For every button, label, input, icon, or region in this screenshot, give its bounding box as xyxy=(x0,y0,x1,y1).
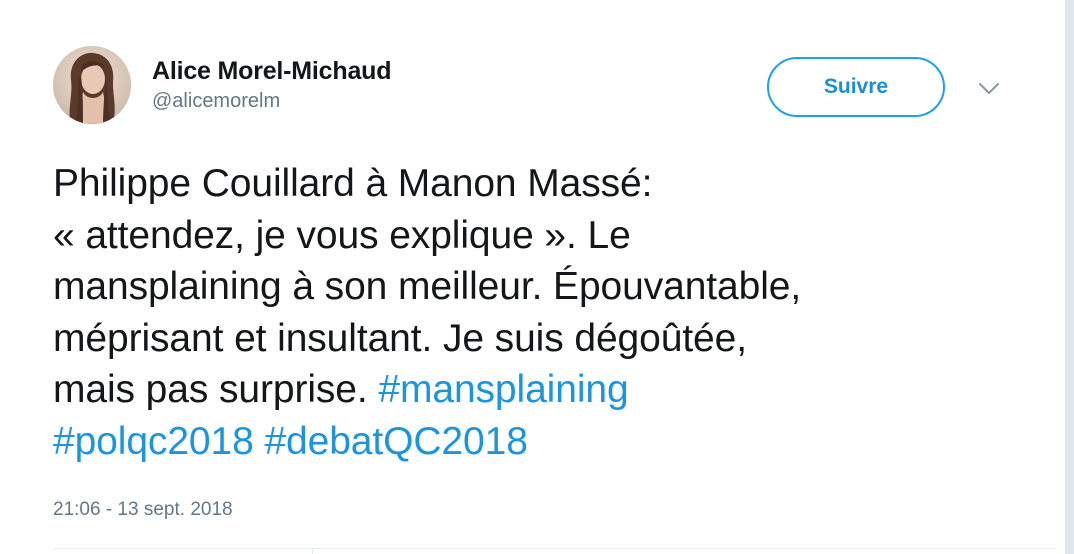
tweet-text-line: Philippe Couillard à Manon Massé: xyxy=(53,162,653,205)
avatar-photo xyxy=(53,46,131,124)
divider-tick xyxy=(312,548,313,554)
tweet-card: Alice Morel-Michaud @alicemorelm Suivre … xyxy=(0,0,1074,554)
tweet-text: Philippe Couillard à Manon Massé: « atte… xyxy=(53,158,1013,467)
follow-button[interactable]: Suivre xyxy=(767,57,945,117)
tweet-text-line: mais pas surprise. xyxy=(53,368,379,411)
hashtag-link-polqc2018[interactable]: #polqc2018 xyxy=(53,420,254,463)
tweet-timestamp[interactable]: 21:06 - 13 sept. 2018 xyxy=(53,498,233,522)
hashtag-link-debatqc2018[interactable]: #debatQC2018 xyxy=(264,420,527,463)
author-handle[interactable]: @alicemorelm xyxy=(152,88,391,114)
tweet-text-line: « attendez, je vous explique ». Le xyxy=(53,213,631,257)
author-block[interactable]: Alice Morel-Michaud @alicemorelm xyxy=(152,56,391,114)
author-name[interactable]: Alice Morel-Michaud xyxy=(152,56,391,86)
divider xyxy=(53,548,1056,549)
window-edge xyxy=(1065,0,1074,554)
tweet-text-line: mansplaining à son meilleur. Épouvantabl… xyxy=(53,265,802,308)
hashtag-link-mansplaining[interactable]: #mansplaining xyxy=(378,368,628,411)
avatar[interactable] xyxy=(53,46,131,124)
chevron-down-icon[interactable] xyxy=(976,75,1002,101)
tweet-text-line: méprisant et insultant. Je suis dégoûtée… xyxy=(53,316,747,360)
